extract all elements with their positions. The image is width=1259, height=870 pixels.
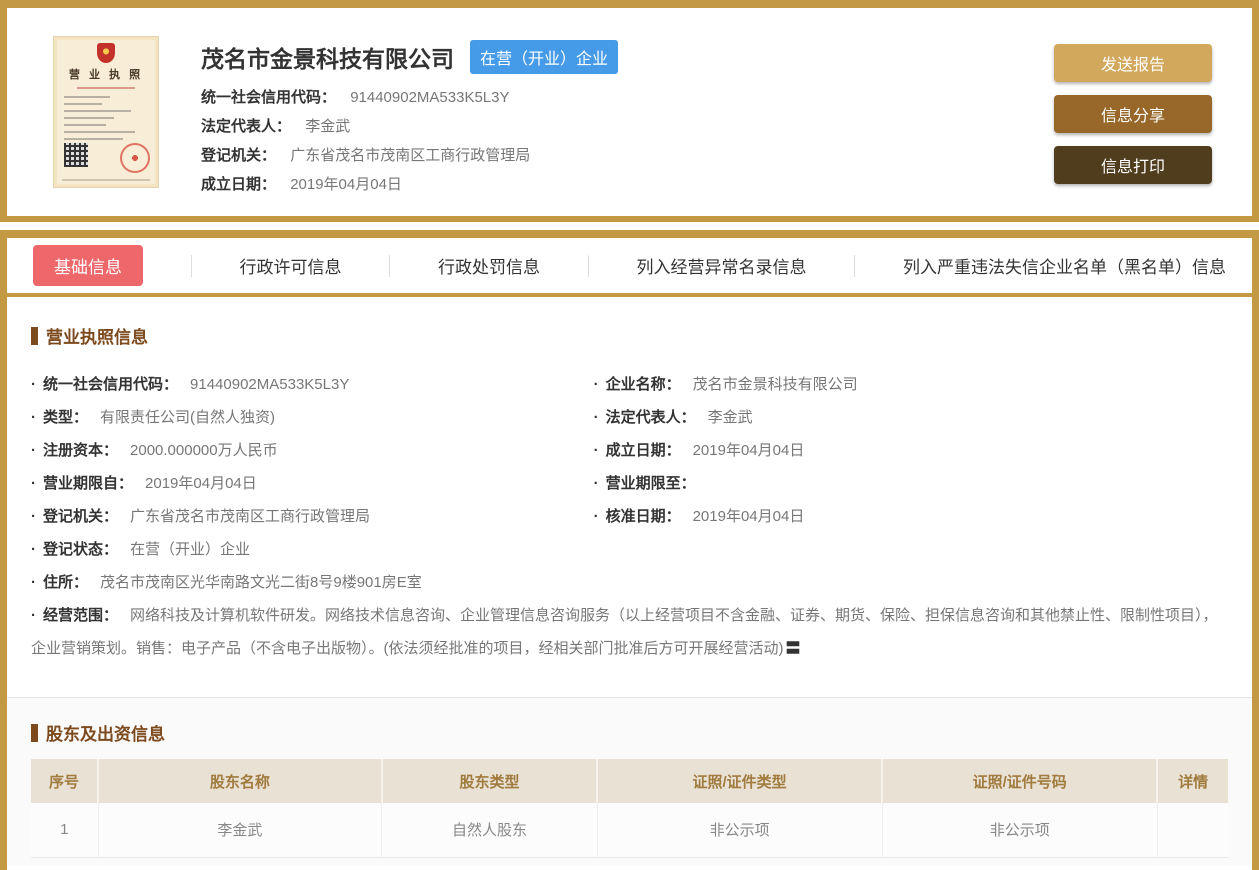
cell-index: 1 [31, 803, 99, 858]
field-term-from: · 营业期限自： 2019年04月04日 [31, 475, 257, 492]
send-report-button[interactable]: 发送报告 [1054, 44, 1212, 82]
cell-cert-type: 非公示项 [596, 803, 883, 858]
header-field-credit-code: 统一社会信用代码： 91440902MA533K5L3Y [201, 89, 510, 106]
company-summary: 茂名市金景科技有限公司 在营（开业）企业 统一社会信用代码： 91440902M… [201, 32, 1054, 216]
tab-admin-penalty[interactable]: 行政处罚信息 [438, 253, 540, 278]
tab-basic-info[interactable]: 基础信息 [33, 245, 143, 286]
col-header-index: 序号 [31, 759, 99, 803]
red-seal-icon [120, 143, 150, 173]
license-info-section: 营业执照信息 · 统一社会信用代码： 91440902MA533K5L3Y · 企业名… [7, 297, 1252, 697]
table-row: 1 李金武 自然人股东 非公示项 非公示项 [31, 803, 1228, 858]
header-action-buttons: 发送报告 信息分享 信息打印 [1054, 32, 1212, 216]
tab-admin-license[interactable]: 行政许可信息 [240, 253, 342, 278]
status-badge: 在营（开业）企业 [470, 40, 619, 74]
header-field-reg-authority: 登记机关： 广东省茂名市茂南区工商行政管理局 [201, 147, 531, 164]
page-title: 茂名市金景科技有限公司 [201, 46, 454, 72]
license-title: 营 业 执 照 [68, 69, 144, 81]
tab-divider [854, 254, 856, 277]
qr-code-icon [64, 143, 88, 167]
tab-divider [587, 254, 589, 277]
tab-divider [389, 254, 391, 277]
field-approval-date: · 核准日期： 2019年04月04日 [593, 508, 805, 525]
field-company-type: · 类型： 有限责任公司(自然人独资) [31, 409, 276, 426]
field-legal-rep: · 法定代表人： 李金武 [593, 409, 753, 426]
license-section-title: 营业执照信息 [31, 323, 1228, 348]
field-term-to: · 营业期限至： [593, 475, 696, 492]
scope-collapse-icon[interactable]: 〓 [786, 640, 801, 657]
license-fields: · 统一社会信用代码： 91440902MA533K5L3Y · 企业名称： 茂名市金景… [31, 368, 1228, 665]
field-registered-capital: · 注册资本： 2000.000000万人民币 [31, 442, 278, 459]
print-info-button[interactable]: 信息打印 [1054, 146, 1212, 184]
share-info-button[interactable]: 信息分享 [1054, 95, 1212, 133]
company-header-card: 营 业 执 照 茂名市金景科技有限公司 在营（开业）企业 统一社会信用代码： 9… [0, 0, 1259, 222]
tab-blacklist[interactable]: 列入严重违法失信企业名单（黑名单）信息 [903, 253, 1226, 278]
detail-card: 基础信息 行政许可信息 行政处罚信息 列入经营异常名录信息 列入严重违法失信企业… [0, 230, 1259, 870]
field-found-date: · 成立日期： 2019年04月04日 [593, 442, 805, 459]
field-address: · 住所： 茂名市茂南区光华南路文光二街8号9楼901房E室 [31, 574, 422, 591]
col-header-name: 股东名称 [97, 759, 382, 803]
tab-bar: 基础信息 行政许可信息 行政处罚信息 列入经营异常名录信息 列入严重违法失信企业… [7, 238, 1252, 297]
header-field-found-date: 成立日期： 2019年04月04日 [201, 176, 402, 193]
col-header-detail: 详情 [1156, 759, 1228, 803]
section-title-bar [31, 723, 38, 742]
section-title-bar [31, 326, 38, 345]
tab-abnormal-list[interactable]: 列入经营异常名录信息 [637, 253, 807, 278]
field-company-name: · 企业名称： 茂名市金景科技有限公司 [593, 376, 858, 393]
col-header-type: 股东类型 [380, 759, 598, 803]
col-header-cert-number: 证照/证件号码 [881, 759, 1158, 803]
license-subline [77, 87, 135, 89]
tab-divider [190, 254, 192, 277]
cell-detail [1156, 803, 1228, 858]
col-header-cert-type: 证照/证件类型 [596, 759, 883, 803]
field-business-scope: · 经营范围： 网络科技及计算机软件研发。网络技术信息咨询、企业管理信息咨询服务（以… [31, 607, 1218, 657]
header-field-legal-rep: 法定代表人： 李金武 [201, 118, 351, 135]
shareholder-section: 股东及出资信息 序号 股东名称 股东类型 证照/证件类型 证照/证件号码 详情 … [7, 697, 1252, 866]
field-reg-authority: · 登记机关： 广东省茂名市茂南区工商行政管理局 [31, 508, 371, 525]
cell-type: 自然人股东 [381, 803, 598, 858]
field-reg-status: · 登记状态： 在营（开业）企业 [31, 541, 251, 558]
shareholder-section-title: 股东及出资信息 [31, 720, 1228, 745]
field-credit-code: · 统一社会信用代码： 91440902MA533K5L3Y [31, 376, 350, 393]
cell-name: 李金武 [97, 803, 382, 858]
business-license-image: 营 业 执 照 [53, 36, 159, 188]
shareholder-table: 序号 股东名称 股东类型 证照/证件类型 证照/证件号码 详情 1 李金武 自然… [31, 759, 1228, 858]
table-header-row: 序号 股东名称 股东类型 证照/证件类型 证照/证件号码 详情 [31, 759, 1228, 803]
national-emblem-icon [97, 43, 115, 63]
cell-cert-number: 非公示项 [881, 803, 1158, 858]
license-text-lines [54, 96, 158, 140]
